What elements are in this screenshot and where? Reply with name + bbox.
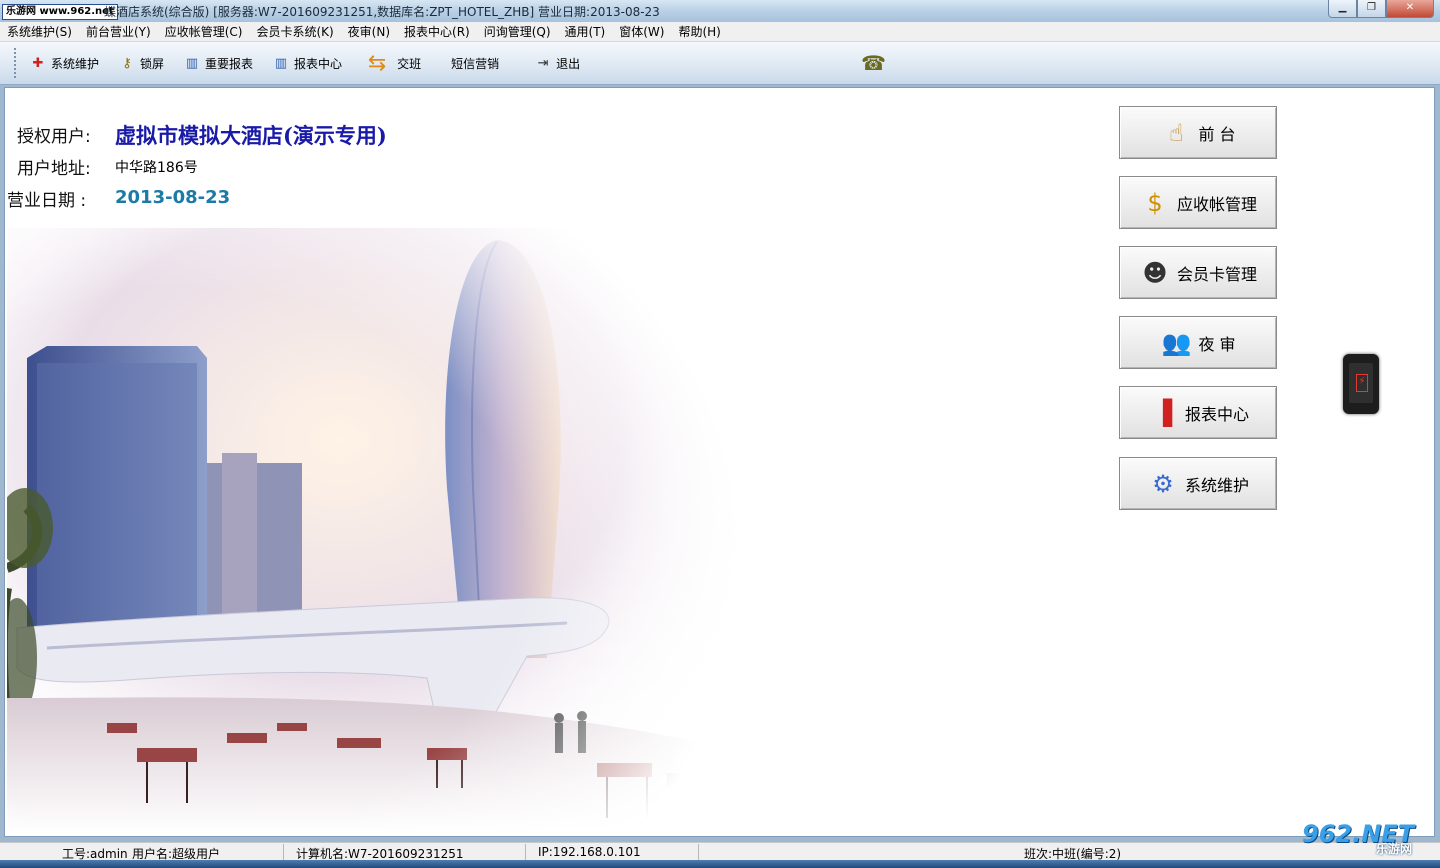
menu-general[interactable]: 通用(T) xyxy=(558,23,613,40)
hotel-name: 虚拟市模拟大酒店(演示专用) xyxy=(115,123,387,148)
business-date-label: 营业日期 : xyxy=(7,191,87,211)
system-maintenance-button[interactable]: ⚙ 系统维护 xyxy=(1119,457,1277,510)
hotel-illustration xyxy=(7,228,747,833)
bar-chart-icon: ▥ xyxy=(185,55,199,71)
side-button-label: 报表中心 xyxy=(1184,404,1249,424)
status-ip: IP:192.168.0.101 xyxy=(538,845,641,859)
toolbar-exit-button[interactable]: ⇥ 退出 xyxy=(509,48,590,78)
status-divider xyxy=(698,844,699,860)
front-desk-button[interactable]: ☝ 前 台 xyxy=(1119,106,1277,159)
report-center-button[interactable]: ▐ 报表中心 xyxy=(1119,386,1277,439)
toolbar-button-label: 短信营销 xyxy=(451,56,500,71)
close-button[interactable]: ✕ xyxy=(1386,0,1434,18)
menu-help[interactable]: 帮助(H) xyxy=(671,23,727,40)
menu-bar: 系统维护(S) 前台营业(Y) 应收帐管理(C) 会员卡系统(K) 夜审(N) … xyxy=(0,22,1440,42)
phone-icon[interactable]: ☎ xyxy=(861,51,886,75)
member-card-button[interactable]: ☻ 会员卡管理 xyxy=(1119,246,1277,299)
side-button-label: 前 台 xyxy=(1198,124,1236,144)
bar-chart-icon: ▥ xyxy=(274,55,288,71)
toolbar-important-reports-button[interactable]: ▥ 重要报表 xyxy=(174,48,263,78)
graph-icon: ▐ xyxy=(1153,398,1173,427)
title-bar: 乐游网 www.962.net 蝶酒店系统(综合版) [服务器:W7-20160… xyxy=(0,0,1440,23)
title-logo: 乐游网 www.962.net xyxy=(2,4,118,20)
night-audit-button[interactable]: 👥 夜 审 xyxy=(1119,316,1277,369)
plus-icon: ✚ xyxy=(32,55,44,71)
handover-icon: ⇆ xyxy=(367,50,387,76)
key-icon: ⚷ xyxy=(122,55,132,71)
front-desk-icon: ☝ xyxy=(1169,118,1184,147)
maximize-button[interactable]: ❐ xyxy=(1357,0,1386,18)
side-button-label: 会员卡管理 xyxy=(1176,264,1257,284)
floating-phone-widget[interactable]: ⚡ xyxy=(1343,354,1379,414)
toolbar-button-label: 报表中心 xyxy=(294,56,343,71)
toolbar-handover-button[interactable]: ⇆ 交班 xyxy=(352,48,431,78)
toolbar-system-maintenance-button[interactable]: ✚ 系统维护 xyxy=(20,48,109,78)
menu-member-card[interactable]: 会员卡系统(K) xyxy=(249,23,340,40)
menu-system-maintenance[interactable]: 系统维护(S) xyxy=(0,23,79,40)
window-controls: ▁ ❐ ✕ xyxy=(1328,0,1434,18)
taskbar xyxy=(0,860,1440,868)
users-icon: 👥 xyxy=(1161,328,1192,357)
business-date: 2013-08-23 xyxy=(115,187,231,208)
exit-icon: ⇥ xyxy=(537,55,549,71)
member-card-icon: ☻ xyxy=(1142,258,1168,287)
hotel-address: 中华路186号 xyxy=(115,160,198,176)
auth-user-label: 授权用户: xyxy=(17,127,91,147)
menu-front-office[interactable]: 前台营业(Y) xyxy=(79,23,158,40)
side-button-label: 应收帐管理 xyxy=(1176,194,1257,214)
minimize-button[interactable]: ▁ xyxy=(1328,0,1357,18)
toolbar-report-center-button[interactable]: ▥ 报表中心 xyxy=(263,48,352,78)
menu-receivables[interactable]: 应收帐管理(C) xyxy=(158,23,250,40)
window-title: 蝶酒店系统(综合版) [服务器:W7-201609231251,数据库名:ZPT… xyxy=(104,5,660,19)
toolbar-button-label: 交班 xyxy=(397,56,422,71)
maintenance-icon: ⚙ xyxy=(1152,469,1174,498)
side-button-label: 系统维护 xyxy=(1184,475,1249,495)
menu-report-center[interactable]: 报表中心(R) xyxy=(397,23,477,40)
toolbar-lock-screen-button[interactable]: ⚷ 锁屏 xyxy=(109,48,174,78)
money-check-icon: $ xyxy=(1147,188,1163,217)
watermark-sub: 乐游网 xyxy=(1376,842,1413,856)
toolbar-button-label: 锁屏 xyxy=(140,56,165,71)
toolbar-button-label: 系统维护 xyxy=(51,56,100,71)
battery-icon: ⚡ xyxy=(1356,374,1368,392)
status-divider xyxy=(525,844,526,860)
receivables-button[interactable]: $ 应收帐管理 xyxy=(1119,176,1277,229)
menu-night-audit[interactable]: 夜审(N) xyxy=(341,23,397,40)
toolbar-button-label: 重要报表 xyxy=(205,56,254,71)
menu-inquiry[interactable]: 问询管理(Q) xyxy=(477,23,558,40)
status-divider xyxy=(283,844,284,860)
side-button-label: 夜 审 xyxy=(1198,334,1236,354)
toolbar: ✚ 系统维护 ⚷ 锁屏 ▥ 重要报表 ▥ 报表中心 ⇆ 交班 短信营销 ⇥ 退出 xyxy=(0,42,1440,85)
menu-window[interactable]: 窗体(W) xyxy=(612,23,671,40)
status-bar: 工号:admin 用户名:超级用户 计算机名:W7-201609231251 I… xyxy=(0,842,1440,861)
watermark-logo: 962.NET 乐游网 xyxy=(1302,820,1438,860)
address-label: 用户地址: xyxy=(17,159,91,179)
toolbar-sms-marketing-button[interactable]: 短信营销 xyxy=(431,48,509,78)
toolbar-button-label: 退出 xyxy=(556,56,581,71)
